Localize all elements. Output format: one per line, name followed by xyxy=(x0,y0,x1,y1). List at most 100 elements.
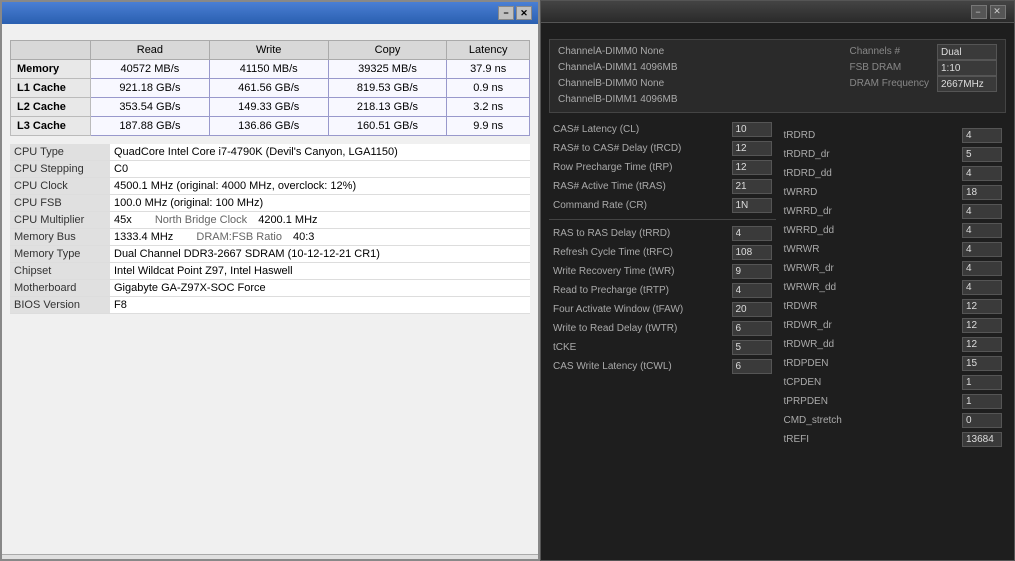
timing-value-input[interactable] xyxy=(962,166,1002,181)
bench-copy: 39325 MB/s xyxy=(328,60,447,79)
dimm-line: ChannelB-DIMM1 4096MB xyxy=(558,92,678,108)
left-titlebar: − ✕ xyxy=(2,2,538,24)
info-section: CPU Type QuadCore Intel Core i7-4790K (D… xyxy=(10,144,530,314)
info-row: Chipset Intel Wildcat Point Z97, Intel H… xyxy=(10,263,530,280)
info-label: CPU Clock xyxy=(10,178,110,195)
timing-row: tCPDEN xyxy=(780,374,1007,391)
info-label: BIOS Version xyxy=(10,297,110,314)
timing-row: tRDWR_dd xyxy=(780,336,1007,353)
col-latency: Latency xyxy=(447,41,530,60)
timing-value-input[interactable] xyxy=(732,245,772,260)
timing-row: CAS Write Latency (tCWL) xyxy=(549,358,776,375)
timing-value-input[interactable] xyxy=(732,198,772,213)
timing-label: RAS to RAS Delay (tRRD) xyxy=(553,228,732,239)
bench-latency: 9.9 ns xyxy=(447,117,530,136)
timing-row: CMD_stretch xyxy=(780,412,1007,429)
timing-value-input[interactable] xyxy=(732,141,772,156)
timing-row: tWRRD_dd xyxy=(780,222,1007,239)
timing-value-input[interactable] xyxy=(732,179,772,194)
channel-line: FSB DRAM xyxy=(850,60,997,76)
bench-row: L3 Cache 187.88 GB/s 136.86 GB/s 160.51 … xyxy=(11,117,530,136)
timing-value-input[interactable] xyxy=(732,283,772,298)
timing-row: tWRWR_dr xyxy=(780,260,1007,277)
channel-input[interactable] xyxy=(937,60,997,76)
timing-label: tWRWR_dr xyxy=(784,263,963,274)
channel-input[interactable] xyxy=(937,44,997,60)
info-row: CPU FSB 100.0 MHz (original: 100 MHz) xyxy=(10,195,530,212)
timing-value-input[interactable] xyxy=(962,375,1002,390)
timing-row: tCKE xyxy=(549,339,776,356)
dimm-line: ChannelB-DIMM0 None xyxy=(558,76,678,92)
timing-label: Write Recovery Time (tWR) xyxy=(553,266,732,277)
timing-label: Write to Read Delay (tWTR) xyxy=(553,323,732,334)
timing-value-input[interactable] xyxy=(732,340,772,355)
right-minimize-button[interactable]: − xyxy=(971,5,987,19)
timing-body: CAS# Latency (CL) RAS# to CAS# Delay (tR… xyxy=(549,121,1006,552)
timing-row: tPRPDEN xyxy=(780,393,1007,410)
info-value: 1333.4 MHz DRAM:FSB Ratio 40:3 xyxy=(110,229,530,246)
timing-row: Read to Precharge (tRTP) xyxy=(549,282,776,299)
timing-row: tRDWR_dr xyxy=(780,317,1007,334)
info-value: Intel Wildcat Point Z97, Intel Haswell xyxy=(110,263,530,280)
timing-value-input[interactable] xyxy=(732,264,772,279)
timing-value-input[interactable] xyxy=(962,413,1002,428)
timing-value-input[interactable] xyxy=(732,122,772,137)
timing-value-input[interactable] xyxy=(962,147,1002,162)
timing-label: CAS# Latency (CL) xyxy=(553,124,732,135)
bench-read: 353.54 GB/s xyxy=(91,98,210,117)
timing-value-input[interactable] xyxy=(962,128,1002,143)
close-button[interactable]: ✕ xyxy=(516,6,532,20)
info-value: 4500.1 MHz (original: 4000 MHz, overcloc… xyxy=(110,178,530,195)
info-row: CPU Multiplier 45x North Bridge Clock 42… xyxy=(10,212,530,229)
bench-latency: 0.9 ns xyxy=(447,79,530,98)
bench-write: 149.33 GB/s xyxy=(209,98,328,117)
timing-label: Read to Precharge (tRTP) xyxy=(553,285,732,296)
timing-value-input[interactable] xyxy=(962,318,1002,333)
timing-label: Row Precharge Time (tRP) xyxy=(553,162,732,173)
timing-value-input[interactable] xyxy=(962,185,1002,200)
timing-row: Refresh Cycle Time (tRFC) xyxy=(549,244,776,261)
timing-value-input[interactable] xyxy=(962,337,1002,352)
timing-row: RAS to RAS Delay (tRRD) xyxy=(549,225,776,242)
info-label: Motherboard xyxy=(10,280,110,297)
timing-label: CMD_stretch xyxy=(784,415,963,426)
timing-value-input[interactable] xyxy=(962,299,1002,314)
timing-value-input[interactable] xyxy=(732,226,772,241)
dimm-line: ChannelA-DIMM0 None xyxy=(558,44,678,60)
bench-write: 461.56 GB/s xyxy=(209,79,328,98)
timing-value-input[interactable] xyxy=(962,394,1002,409)
timing-value-input[interactable] xyxy=(732,359,772,374)
info-row: CPU Stepping C0 xyxy=(10,161,530,178)
timing-row: Row Precharge Time (tRP) xyxy=(549,159,776,176)
info-value: 45x North Bridge Clock 4200.1 MHz xyxy=(110,212,530,229)
timing-value-input[interactable] xyxy=(962,223,1002,238)
timing-value-input[interactable] xyxy=(962,356,1002,371)
timing-value-input[interactable] xyxy=(962,204,1002,219)
bench-copy: 160.51 GB/s xyxy=(328,117,447,136)
info-row: BIOS Version F8 xyxy=(10,297,530,314)
timing-value-input[interactable] xyxy=(732,321,772,336)
timing-label: tRDWR_dd xyxy=(784,339,963,350)
dimm-line: ChannelA-DIMM1 4096MB xyxy=(558,60,678,76)
info-row: CPU Clock 4500.1 MHz (original: 4000 MHz… xyxy=(10,178,530,195)
timing-value-input[interactable] xyxy=(732,160,772,175)
timing-label: tRDRD_dd xyxy=(784,168,963,179)
bench-read: 921.18 GB/s xyxy=(91,79,210,98)
timing-row: CAS# Latency (CL) xyxy=(549,121,776,138)
timing-value-input[interactable] xyxy=(962,242,1002,257)
right-close-button[interactable]: ✕ xyxy=(990,5,1006,19)
timing-value-input[interactable] xyxy=(962,432,1002,447)
minimize-button[interactable]: − xyxy=(498,6,514,20)
info-row: Memory Type Dual Channel DDR3-2667 SDRAM… xyxy=(10,246,530,263)
col-read: Read xyxy=(91,41,210,60)
bench-copy: 819.53 GB/s xyxy=(328,79,447,98)
channel-input[interactable] xyxy=(937,76,997,92)
bench-label: Memory xyxy=(11,60,91,79)
bench-write: 41150 MB/s xyxy=(209,60,328,79)
timing-value-input[interactable] xyxy=(962,280,1002,295)
timing-value-input[interactable] xyxy=(962,261,1002,276)
timing-row: tWRRD_dr xyxy=(780,203,1007,220)
timing-row: tREFI xyxy=(780,431,1007,448)
timing-row: tWRWR xyxy=(780,241,1007,258)
timing-value-input[interactable] xyxy=(732,302,772,317)
